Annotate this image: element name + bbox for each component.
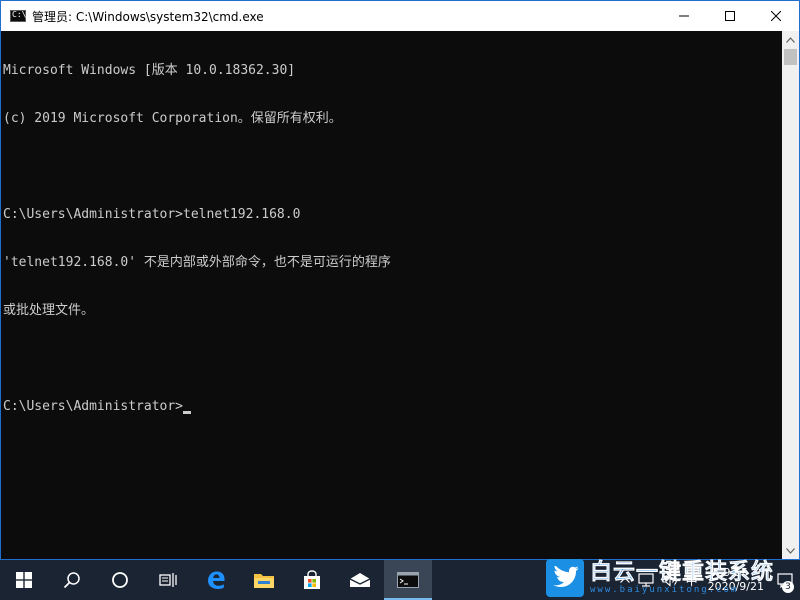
text-cursor [183,411,192,414]
cmd-window: C:\ 管理员: C:\Windows\system32\cmd.exe Mic… [0,0,800,560]
prompt-line[interactable]: C:\Users\Administrator> [3,399,769,415]
console-output[interactable]: Microsoft Windows [版本 10.0.18362.30] (c)… [3,31,769,559]
cmd-icon: C:\ [10,10,26,22]
store-icon [304,570,320,589]
notification-count-badge: 3 [782,581,794,593]
task-view-button[interactable] [144,560,192,600]
console-line: (c) 2019 Microsoft Corporation。保留所有权利。 [3,111,342,126]
window-controls [661,1,799,31]
search-button[interactable] [48,560,96,600]
network-icon [637,573,654,587]
scroll-up-button[interactable] [782,31,799,48]
cmd-icon [397,572,419,588]
chevron-down-icon [786,547,795,554]
folder-icon [254,574,274,588]
file-explorer-button[interactable] [240,560,288,600]
mail-icon [349,573,371,587]
start-button[interactable] [0,560,48,600]
ime-indicator[interactable]: 中 [682,572,702,589]
cortana-circle-icon [112,572,128,588]
cortana-button[interactable] [96,560,144,600]
console-line: 'telnet192.168.0' 不是内部或外部命令，也不是可运行的程序 [3,255,391,270]
clock-date: 2020/9/21 [707,580,764,593]
cmd-icon-text: C:\ [12,10,27,19]
taskbar: 中 9:55 2020/9/21 3 [0,560,800,600]
scroll-thumb[interactable] [784,49,797,65]
prompt-text: C:\Users\Administrator> [3,399,184,414]
volume-button[interactable] [658,573,682,587]
minimize-button[interactable] [661,1,707,31]
windows-logo-icon [16,572,32,588]
maximize-button[interactable] [707,1,753,31]
vertical-scrollbar[interactable] [782,31,799,559]
clock-time: 9:55 [723,566,749,579]
console-line: C:\Users\Administrator>telnet192.168.0 [3,207,301,222]
action-center-button[interactable]: 3 [770,560,800,600]
console-line: 或批处理文件。 [3,303,95,318]
cmd-taskbar-button[interactable] [384,560,432,600]
store-button[interactable] [288,560,336,600]
search-icon [63,572,80,589]
edge-icon [208,571,225,589]
console-line: Microsoft Windows [版本 10.0.18362.30] [3,63,296,78]
network-button[interactable] [634,573,658,587]
scroll-down-button[interactable] [782,542,799,559]
show-hidden-icons-button[interactable] [616,577,634,583]
system-tray: 中 9:55 2020/9/21 3 [616,560,800,600]
maximize-icon [725,11,735,21]
edge-button[interactable] [192,560,240,600]
close-button[interactable] [753,1,799,31]
title-bar[interactable]: C:\ 管理员: C:\Windows\system32\cmd.exe [1,1,799,31]
close-icon [771,11,781,21]
minimize-icon [679,15,689,17]
volume-icon [662,573,677,587]
task-view-icon [159,573,177,587]
clock[interactable]: 9:55 2020/9/21 [702,566,770,594]
chevron-up-icon [786,36,795,43]
window-title: 管理员: C:\Windows\system32\cmd.exe [32,9,264,24]
chevron-up-icon [619,577,630,583]
mail-button[interactable] [336,560,384,600]
